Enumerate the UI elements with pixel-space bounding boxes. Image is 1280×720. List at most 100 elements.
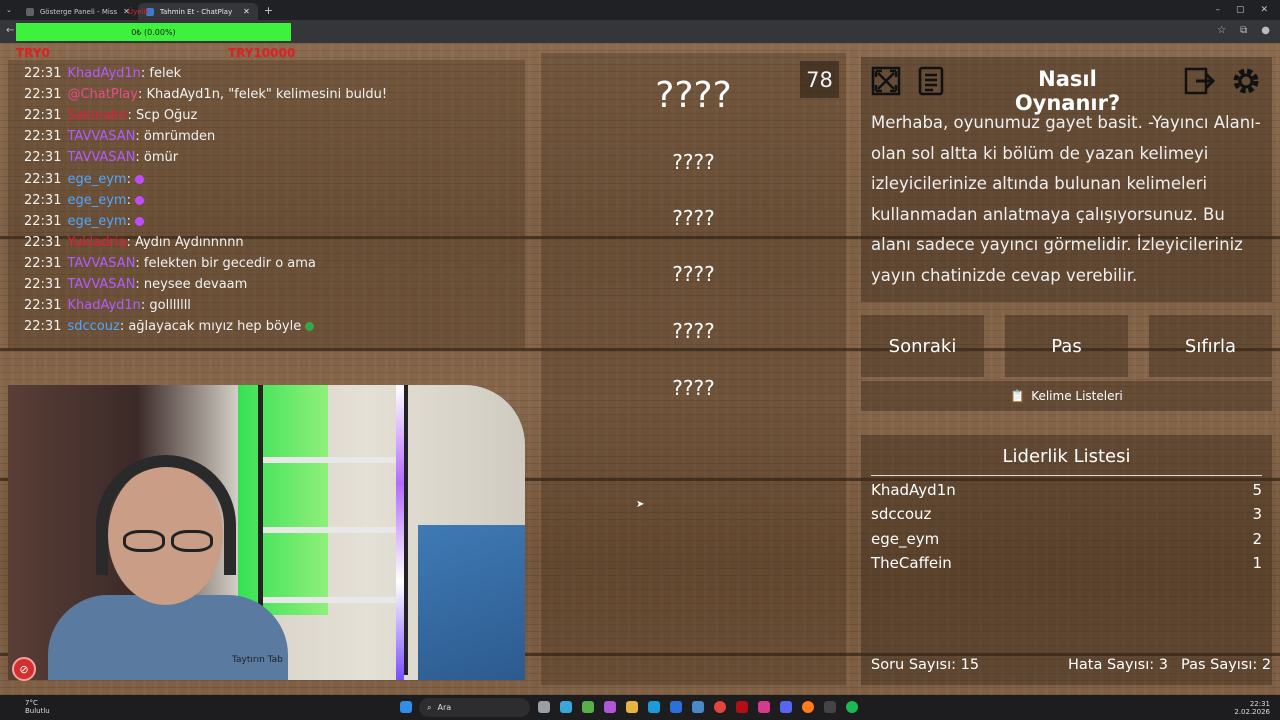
player-name: KhadAyd1n <box>871 481 956 499</box>
clipboard-icon: 📋 <box>1010 389 1026 403</box>
tab-dashboard[interactable]: Gösterge Paneli - MissXss AI Ilk... ✕ <box>18 3 138 20</box>
donation-progress-bar: 0₺ (0.00%) <box>16 23 291 41</box>
chat-username[interactable]: Yukladria <box>67 235 126 250</box>
chat-text: : ömrümden <box>135 129 216 145</box>
chat-time: 22:31 <box>24 255 62 271</box>
exit-icon[interactable] <box>1182 63 1218 99</box>
reset-button[interactable]: Sıfırla <box>1149 315 1272 377</box>
chrome-icon[interactable] <box>714 701 726 713</box>
tab-label: Gösterge Paneli - MissXss AI Ilk... <box>39 7 118 16</box>
app-icon[interactable] <box>670 701 682 713</box>
windows-taskbar: 7°C Bulutlu ⌕ Ara 22:31 2.02.2026 <box>0 695 1280 720</box>
tab-search-icon[interactable]: ⌄ <box>0 6 18 14</box>
fullscreen-icon[interactable] <box>868 63 904 99</box>
record-icon[interactable]: ⊘ <box>12 657 36 681</box>
webcam-feed <box>8 385 525 680</box>
chat-message: 22:31 Sakinakri: Scp Oğuz <box>24 105 525 126</box>
weather-temp: 7°C <box>25 699 38 707</box>
chat-username[interactable]: ege_eym <box>67 172 126 187</box>
error-count: Hata Sayısı: 3 <box>1068 657 1168 673</box>
app-icon[interactable] <box>824 701 836 713</box>
app-icon[interactable] <box>604 701 616 713</box>
spotify-icon[interactable] <box>846 701 858 713</box>
chat-time: 22:31 <box>24 150 62 166</box>
chat-text: : <box>126 192 131 208</box>
hint-word: ???? <box>672 319 715 343</box>
chat-username[interactable]: ege_eym <box>67 193 126 208</box>
chat-username[interactable]: TAVVASAN <box>67 256 135 271</box>
chat-username[interactable]: Sakinakri <box>67 108 127 123</box>
chat-message: 22:31 TAVVASAN: felekten bir gecedir o am… <box>24 253 525 274</box>
emote-icon <box>134 174 144 184</box>
taskbar-apps <box>400 701 412 713</box>
address-bar-icons: ☆ ⧉ ● <box>1217 25 1270 36</box>
new-tab-button[interactable]: + <box>264 4 273 17</box>
next-button[interactable]: Sonraki <box>861 315 984 377</box>
chat-text: : Aydın Aydınnnnn <box>126 234 244 250</box>
profile-icon[interactable]: ● <box>1261 25 1270 36</box>
chat-username[interactable]: ege_eym <box>67 214 126 229</box>
main-word: ???? <box>655 75 732 116</box>
tab-label: Tahmin Et - ChatPlay <box>159 7 233 16</box>
chat-username[interactable]: TAVVASAN <box>67 150 135 165</box>
chat-username[interactable]: KhadAyd1n <box>67 298 140 313</box>
system-tray-clock[interactable]: 22:31 2.02.2026 <box>1234 700 1270 716</box>
close-window-button[interactable]: ✕ <box>1260 5 1268 15</box>
chat-message: 22:31 @ChatPlay: KhadAyd1n, "felek" kelim… <box>24 84 525 105</box>
chat-text: : ömür <box>135 150 179 166</box>
webcam-label: Taytırın Tab <box>232 655 283 665</box>
tab-tahmin-et[interactable]: Tahmin Et - ChatPlay ✕ <box>137 3 258 20</box>
extensions-icon[interactable]: ⧉ <box>1240 25 1247 36</box>
app-icon[interactable] <box>692 701 704 713</box>
tab-close-icon[interactable]: ✕ <box>243 7 250 16</box>
leaderboard-row: KhadAyd1n 5 <box>871 481 1262 499</box>
chat-text: : <box>126 171 131 187</box>
chat-text: : <box>126 213 131 229</box>
chat-text: : ağlayacak mıyız hep böyle <box>119 319 302 335</box>
bed <box>418 525 525 680</box>
task-view-icon[interactable] <box>538 701 550 713</box>
led-strip <box>396 385 404 680</box>
red-label: Üyelik <box>128 8 150 16</box>
notes-icon[interactable] <box>913 63 949 99</box>
chat-message: 22:31 ege_eym: <box>24 211 525 232</box>
player-name: TheCaffein <box>871 554 952 572</box>
pass-button[interactable]: Pas <box>1005 315 1128 377</box>
player-score: 1 <box>1252 554 1262 572</box>
chat-time: 22:31 <box>24 319 62 335</box>
chat-message: 22:31 sdccouz: ağlayacak mıyız hep böyle <box>24 316 525 337</box>
chat-time: 22:31 <box>24 192 62 208</box>
weather-widget[interactable]: 7°C Bulutlu <box>25 699 50 715</box>
word-lists-button[interactable]: 📋 Kelime Listeleri <box>861 381 1272 411</box>
chat-username[interactable]: KhadAyd1n <box>67 66 140 81</box>
chat-username[interactable]: TAVVASAN <box>67 277 135 292</box>
chat-time: 22:31 <box>24 213 62 229</box>
clock-time: 22:31 <box>1249 700 1270 708</box>
taskbar-search[interactable]: ⌕ Ara <box>419 698 530 717</box>
window-controls: – ▢ ✕ <box>1215 5 1280 15</box>
app-icon[interactable] <box>758 701 770 713</box>
chat-message: 22:31 KhadAyd1n: golllllll <box>24 295 525 316</box>
firefox-icon[interactable] <box>802 701 814 713</box>
chat-username[interactable]: TAVVASAN <box>67 129 135 144</box>
back-icon[interactable]: ← <box>6 25 14 36</box>
chat-panel: 22:31 KhadAyd1n: felek 22:31 @ChatPlay: Kha… <box>8 60 525 350</box>
netflix-icon[interactable] <box>736 701 748 713</box>
app-icon[interactable] <box>582 701 594 713</box>
bookmark-star-icon[interactable]: ☆ <box>1217 25 1226 36</box>
player-name: ege_eym <box>871 530 940 548</box>
maximize-button[interactable]: ▢ <box>1236 5 1245 15</box>
search-placeholder: Ara <box>437 703 452 712</box>
chat-text: : Scp Oğuz <box>127 108 198 124</box>
chat-username[interactable]: sdccouz <box>67 319 119 334</box>
minimize-button[interactable]: – <box>1215 5 1220 15</box>
discord-icon[interactable] <box>780 701 792 713</box>
start-icon[interactable] <box>400 701 412 713</box>
settings-gear-icon[interactable] <box>1228 63 1264 99</box>
folder-icon[interactable] <box>626 701 638 713</box>
edge-icon[interactable] <box>648 701 660 713</box>
chat-message: 22:31 Yukladria: Aydın Aydınnnnn <box>24 232 525 253</box>
app-icon[interactable] <box>560 701 572 713</box>
chat-message: 22:31 KhadAyd1n: felek <box>24 63 525 84</box>
chat-username[interactable]: @ChatPlay <box>67 87 138 102</box>
